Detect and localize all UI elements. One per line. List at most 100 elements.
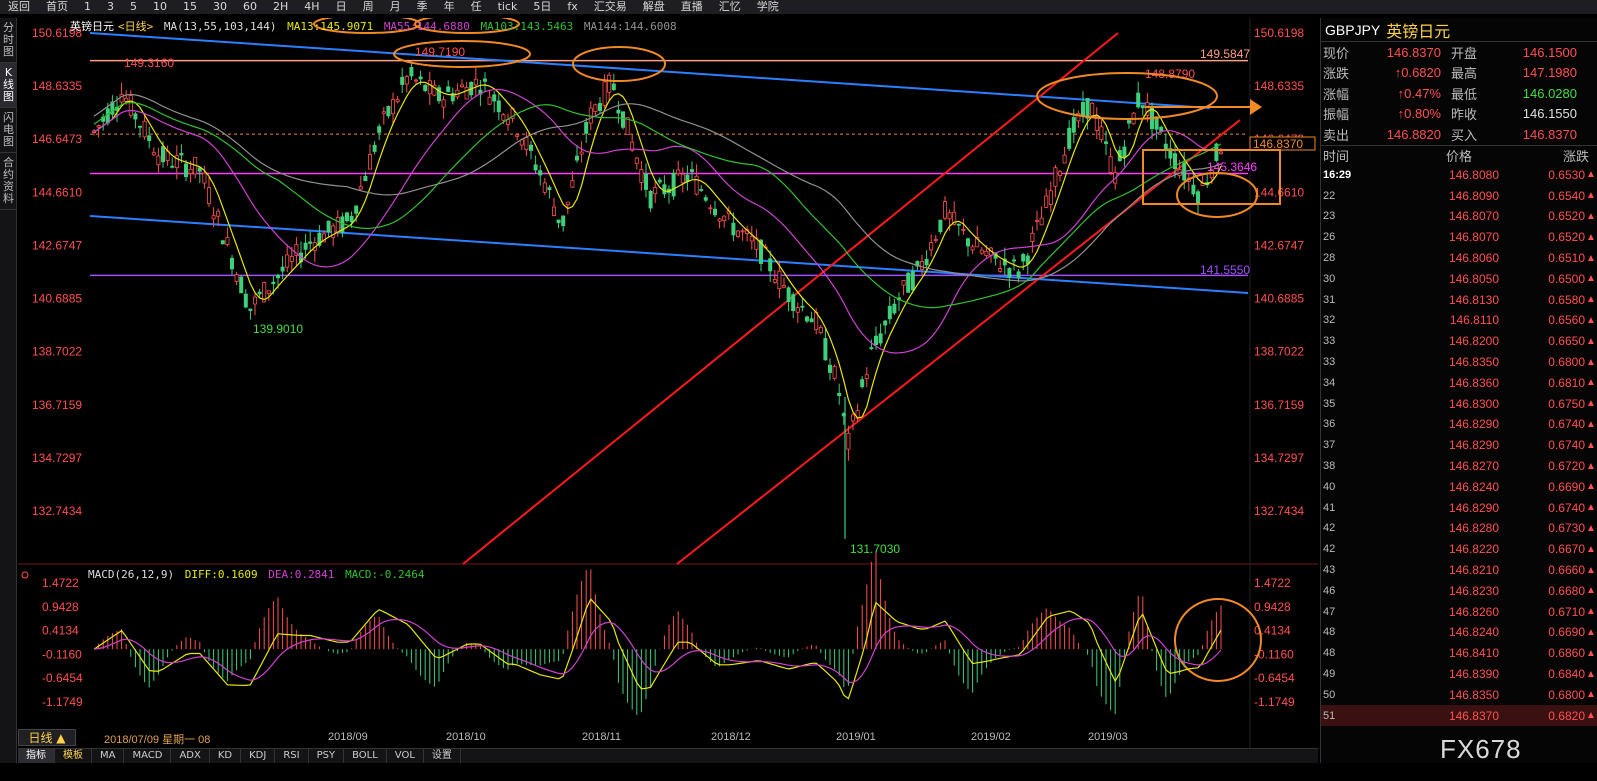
toolbar-item[interactable]: 30 xyxy=(205,0,235,14)
candlestick-chart[interactable]: 150.6198 150.6198148.6335 148.6335146.6473… xyxy=(18,18,1318,763)
price-axis-left-tick: 134.7297 xyxy=(32,451,82,465)
candle-body xyxy=(561,215,566,227)
candle-body xyxy=(409,67,414,77)
toolbar-item[interactable]: 4H xyxy=(296,0,327,14)
sidebar-tab[interactable]: K线图 xyxy=(0,63,17,108)
tick-price: 146.8360 xyxy=(1448,375,1499,390)
toolbar-item[interactable]: tick xyxy=(490,0,526,14)
tick-time: 42 xyxy=(1323,522,1336,535)
candle-body xyxy=(1058,171,1063,176)
toolbar-item[interactable]: 直播 xyxy=(673,0,711,14)
indicator-tab[interactable]: 模板 xyxy=(55,749,92,763)
up-arrow-icon: ▲ xyxy=(1586,210,1596,222)
toolbar-item[interactable]: 5日 xyxy=(525,0,559,14)
up-arrow-icon: ▲ xyxy=(1586,585,1596,597)
candle-body xyxy=(943,201,948,219)
candle-body xyxy=(639,169,644,183)
tick-list[interactable]: 16:29 146.8080 0.6530 ▲ 22 146.8090 0.6540 ▲ 23 1… xyxy=(1321,165,1597,727)
toolbar-item[interactable]: 季 xyxy=(409,0,436,14)
price-axis-left-tick: 148.6335 xyxy=(32,79,82,93)
up-arrow-icon: ▲ xyxy=(1586,398,1596,410)
candle-body xyxy=(938,219,943,233)
up-arrow-icon: ▲ xyxy=(1586,252,1596,264)
toolbar-item[interactable]: 日 xyxy=(328,0,355,14)
toolbar-item[interactable]: 首页 xyxy=(38,0,76,14)
toolbar-item[interactable]: 10 xyxy=(145,0,175,14)
candle-body xyxy=(616,109,621,114)
chart-area[interactable]: 150.6198 150.6198 148.6335 148.6335 146.6473… xyxy=(18,18,1318,763)
candle-body xyxy=(124,97,129,102)
tick-price: 146.8350 xyxy=(1448,687,1499,702)
candle-body xyxy=(722,215,727,221)
indicator-tab[interactable]: KD xyxy=(210,749,242,763)
toolbar-item[interactable]: fx xyxy=(559,0,585,14)
tick-time: 48 xyxy=(1323,647,1336,660)
candle-body xyxy=(676,169,681,175)
candle-body xyxy=(795,307,800,313)
indicator-tab[interactable]: 指标 xyxy=(18,749,55,763)
candle-body xyxy=(400,76,405,85)
candle-body xyxy=(275,274,280,279)
indicator-tab[interactable]: VOL xyxy=(387,749,424,763)
tick-change: 0.6530 xyxy=(1548,167,1585,182)
indicator-tab[interactable]: MACD xyxy=(124,749,172,763)
tick-header-time: 时间 xyxy=(1323,149,1350,165)
price-axis-left-tick: 146.6473 xyxy=(32,132,82,146)
toolbar-item[interactable]: 周 xyxy=(355,0,382,14)
candle-body xyxy=(906,272,911,293)
indicator-tab[interactable]: KDJ xyxy=(241,749,276,763)
candle-body xyxy=(404,76,409,85)
candle-body xyxy=(924,258,929,266)
quote-summary: 现价 146.8370 开盘 146.1500 涨跌 ↑0.6820 最高 147.1980 涨… xyxy=(1321,42,1597,145)
candle-body xyxy=(736,230,741,237)
indicator-tab[interactable]: BOLL xyxy=(344,749,387,763)
toolbar-item[interactable]: 任 xyxy=(463,0,490,14)
sidebar-tab[interactable]: 闪电图 xyxy=(0,108,17,153)
toolbar-item[interactable]: 月 xyxy=(382,0,409,14)
toolbar-item[interactable]: 年 xyxy=(436,0,463,14)
indicator-tab[interactable]: 设置 xyxy=(424,749,461,763)
toolbar-item[interactable]: 返回 xyxy=(0,0,38,14)
toolbar-item[interactable]: 15 xyxy=(175,0,205,14)
candle-body xyxy=(147,135,152,142)
tick-row: 51 146.8370 0.6820 ▲ xyxy=(1321,705,1597,727)
toolbar-item[interactable]: 1 xyxy=(76,0,99,14)
candle-body xyxy=(482,78,487,82)
candle-body xyxy=(427,80,432,95)
toolbar-item[interactable]: 5 xyxy=(122,0,145,14)
candle-body xyxy=(1081,102,1086,117)
sidebar-tab[interactable]: 合约资料 xyxy=(0,153,17,210)
candle-body xyxy=(662,184,667,195)
toolbar-item[interactable]: 解盘 xyxy=(635,0,673,14)
quote-value: 146.1500 xyxy=(1522,44,1577,60)
tick-change: 0.6840 xyxy=(1548,667,1585,682)
candle-body xyxy=(252,296,257,305)
candle-body xyxy=(1108,156,1113,173)
period-selector-button[interactable]: 日线 ▲ xyxy=(18,729,76,746)
toolbar-item[interactable]: 汇交易 xyxy=(586,0,635,14)
toolbar-item[interactable]: 60 xyxy=(235,0,265,14)
indicator-tab[interactable]: RSI xyxy=(275,749,309,763)
toolbar-item[interactable]: 2H xyxy=(265,0,296,14)
candle-body xyxy=(805,316,810,322)
candle-body xyxy=(680,173,685,184)
tick-row: 22 146.8090 0.6540 ▲ xyxy=(1321,185,1597,206)
candle-body xyxy=(363,175,368,182)
ma144-value: MA144:144.6008 xyxy=(583,20,677,33)
high-annotation: 149.3160 xyxy=(124,56,174,70)
tick-header-change: 涨跌 xyxy=(1562,149,1589,165)
macd-dea-line xyxy=(93,618,1222,684)
candle-body xyxy=(979,249,984,254)
indicator-tab[interactable]: MA xyxy=(92,749,125,763)
candle-body xyxy=(740,230,745,233)
macd-axis-right-tick: -1.1749 xyxy=(1254,695,1295,709)
toolbar-item[interactable]: 汇忆 xyxy=(711,0,749,14)
toolbar-item[interactable]: 3 xyxy=(99,0,122,14)
indicator-tab[interactable]: ADX xyxy=(171,749,210,763)
candle-body xyxy=(671,172,676,197)
sidebar-tab[interactable]: 分时图 xyxy=(0,18,17,63)
tick-price: 146.8350 xyxy=(1448,355,1499,370)
candle-body xyxy=(874,335,879,346)
indicator-tab[interactable]: PSY xyxy=(309,749,345,763)
toolbar-item[interactable]: 学院 xyxy=(749,0,787,14)
